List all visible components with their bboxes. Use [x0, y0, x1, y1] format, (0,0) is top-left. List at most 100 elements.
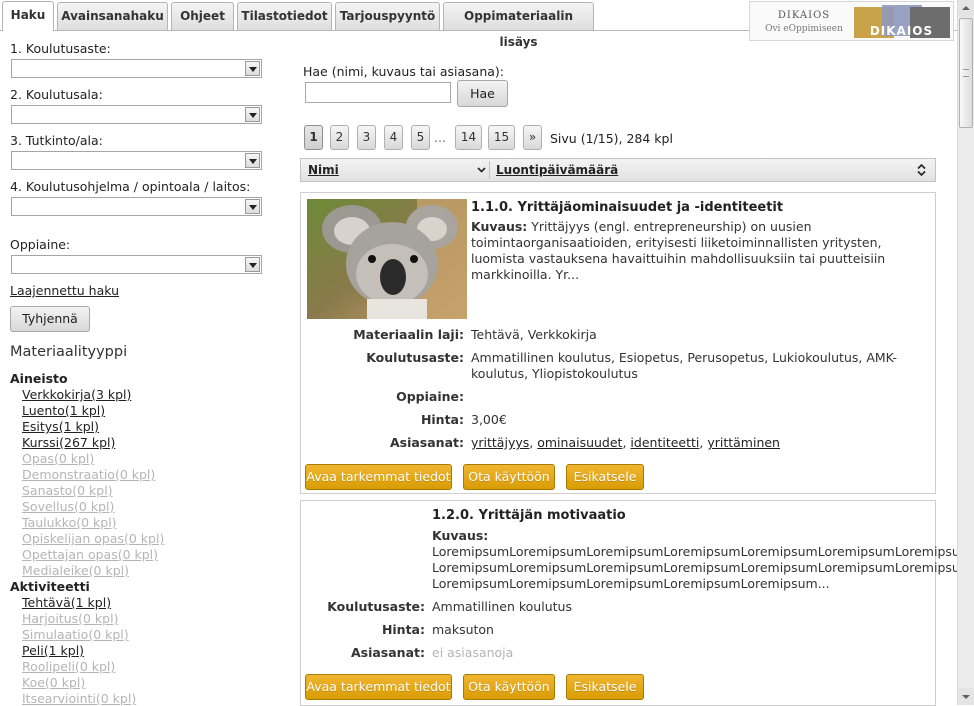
tab-oppimateriaalin-lisays[interactable]: Oppimateriaalin lisäys — [443, 2, 594, 49]
open-details-button[interactable]: Avaa tarkemmat tiedot — [305, 674, 452, 700]
koulutusala-select[interactable] — [11, 105, 262, 124]
sort-by-name[interactable]: Nimi — [308, 159, 486, 181]
keyword-link[interactable]: identiteetti — [630, 435, 699, 450]
sort-date-label: Luontipäivämäärä — [496, 163, 619, 177]
filter-item-opas: Opas(0 kpl) — [22, 451, 95, 466]
dikaios-logo[interactable]: DIKAIOS Ovi eOppimiseen DIKAIOS — [749, 1, 954, 41]
filter-item-peli[interactable]: Peli(1 kpl) — [22, 643, 84, 658]
oppiaine-label: Oppiaine: — [10, 237, 71, 252]
chevron-down-icon[interactable] — [245, 257, 260, 272]
keyword-link[interactable]: yrittäminen — [707, 435, 780, 450]
filter-item-luento[interactable]: Luento(1 kpl) — [22, 403, 105, 418]
chevron-down-icon[interactable] — [245, 153, 260, 168]
sort-by-date[interactable]: Luontipäivämäärä — [496, 159, 926, 181]
oppiaine-select[interactable] — [11, 255, 262, 274]
meta-value-asiasanat: ei asiasanoja — [432, 645, 514, 660]
clear-button[interactable]: Tyhjennä — [10, 306, 90, 332]
filter-item-roolipeli: Roolipeli(0 kpl) — [22, 659, 116, 674]
koala-thumbnail[interactable] — [307, 199, 467, 319]
search-label: Hae (nimi, kuvaus tai asiasana): — [303, 64, 504, 79]
koulutusohjelma-select[interactable] — [11, 197, 262, 216]
filter-item-demonstraatio: Demonstraatio(0 kpl) — [22, 467, 156, 482]
tab-tarjouspyynto[interactable]: Tarjouspyyntö — [335, 2, 440, 30]
scroll-down-icon[interactable] — [958, 688, 974, 705]
meta-key-asiasanat: Asiasanat: — [389, 435, 464, 450]
sort-bar: Nimi Luontipäivämäärä — [300, 158, 936, 182]
meta-key-laji: Materiaalin laji: — [353, 327, 464, 342]
advanced-search-link[interactable]: Laajennettu haku — [10, 283, 119, 298]
take-into-use-button[interactable]: Ota käyttöön — [463, 674, 555, 700]
filter-item-koe: Koe(0 kpl) — [22, 675, 86, 690]
meta-value-koulutusaste: Ammatillinen koulutus — [432, 599, 572, 614]
description-line: LoremipsumLoremipsumLoremipsumLoremipsum… — [432, 576, 830, 591]
keyword-link[interactable]: yrittäjyys — [471, 435, 529, 450]
page-button-2[interactable]: 2 — [330, 125, 349, 150]
koulutusaste-select[interactable] — [11, 59, 262, 78]
page-button-5[interactable]: 5 — [411, 125, 430, 150]
meta-key-asiasanat: Asiasanat: — [350, 645, 425, 660]
filter-item-esitys[interactable]: Esitys(1 kpl) — [22, 419, 99, 434]
result-title[interactable]: 1.1.0. Yrittäjäominaisuudet ja -identite… — [471, 200, 783, 215]
filter-item-harjoitus: Harjoitus(0 kpl) — [22, 611, 119, 626]
filter-item-simulaatio: Simulaatio(0 kpl) — [22, 627, 129, 642]
take-into-use-button[interactable]: Ota käyttöön — [463, 464, 555, 490]
pager-info: Sivu (1/15), 284 kpl — [550, 131, 673, 146]
vertical-scrollbar[interactable] — [957, 0, 974, 705]
keyword-list: yrittäjyys, ominaisuudet, identiteetti, … — [471, 435, 780, 450]
filter-item-medialeike: Medialeike(0 kpl) — [22, 563, 129, 578]
preview-button[interactable]: Esikatsele — [566, 464, 644, 490]
description-label: Kuvaus: — [471, 219, 528, 234]
filter-item-tehtava[interactable]: Tehtävä(1 kpl) — [22, 595, 111, 610]
filter-sidebar: 1. Koulutusaste: 2. Koulutusala: 3. Tutk… — [0, 32, 290, 706]
scroll-up-icon[interactable] — [958, 0, 974, 17]
meta-key-koulutusaste: Koulutusaste: — [366, 350, 464, 365]
keyword-link[interactable]: ominaisuudet — [537, 435, 622, 450]
chevron-down-icon — [477, 167, 486, 173]
open-details-button[interactable]: Avaa tarkemmat tiedot — [305, 464, 452, 490]
description-label: Kuvaus: — [432, 528, 489, 543]
tab-avainsanahaku[interactable]: Avainsanahaku — [57, 2, 168, 30]
chevron-down-icon[interactable] — [245, 107, 260, 122]
page-button-3[interactable]: 3 — [357, 125, 376, 150]
tab-tilastotiedot[interactable]: Tilastotiedot — [237, 2, 332, 30]
result-description: Kuvaus: Yrittäjyys (engl. entrepreneursh… — [471, 219, 931, 283]
page-button-14[interactable]: 14 — [455, 125, 482, 150]
chevron-down-icon[interactable] — [245, 199, 260, 214]
filter-item-verkkokirja[interactable]: Verkkokirja(3 kpl) — [22, 387, 131, 402]
search-input[interactable] — [305, 82, 451, 103]
filter-item-taulukko: Taulukko(0 kpl) — [22, 515, 117, 530]
filter-item-opiskelijan-opas: Opiskelijan opas(0 kpl) — [22, 531, 165, 546]
aineisto-heading: Aineisto — [10, 371, 68, 386]
page-button-1[interactable]: 1 — [304, 125, 323, 150]
description-text: Yrittäjyys (engl. entrepreneurship) on u… — [471, 219, 886, 282]
page-button-15[interactable]: 15 — [488, 125, 515, 150]
tutkinto-select[interactable] — [11, 151, 262, 170]
chevron-down-icon[interactable] — [245, 61, 260, 76]
description-line: LoremipsumLoremipsumLoremipsumLoremipsum… — [432, 560, 972, 575]
aktiviteetti-heading: Aktiviteetti — [10, 579, 90, 594]
page-button-4[interactable]: 4 — [384, 125, 403, 150]
sort-name-label: Nimi — [308, 163, 339, 177]
logo-title: DIKAIOS — [777, 10, 831, 21]
result-title[interactable]: 1.2.0. Yrittäjän motivaatio — [432, 508, 626, 523]
logo-wordmark: DIKAIOS — [869, 24, 934, 38]
koulutusaste-label: 1. Koulutusaste: — [10, 41, 111, 56]
result-card: 1.2.0. Yrittäjän motivaatio Kuvaus: Lore… — [300, 500, 972, 706]
tab-haku[interactable]: Haku — [2, 1, 54, 31]
sort-updown-icon — [917, 164, 926, 176]
meta-key-hinta: Hinta: — [420, 412, 464, 427]
preview-button[interactable]: Esikatsele — [566, 674, 644, 700]
filter-item-kurssi[interactable]: Kurssi(267 kpl) — [22, 435, 115, 450]
description-line: LoremipsumLoremipsumLoremipsumLoremipsum… — [432, 544, 972, 559]
next-page-button[interactable]: » — [523, 125, 542, 150]
filter-item-itsearviointi: Itsearviointi(0 kpl) — [22, 691, 137, 706]
search-button[interactable]: Hae — [457, 80, 508, 107]
tab-ohjeet[interactable]: Ohjeet — [171, 2, 234, 30]
filter-item-sanasto: Sanasto(0 kpl) — [22, 483, 113, 498]
meta-value-koulutusaste: Ammatillinen koulutus, Esiopetus, Peruso… — [471, 350, 898, 381]
scrollbar-thumb[interactable] — [959, 18, 973, 128]
meta-key-koulutusaste: Koulutusaste: — [327, 599, 425, 614]
logo-subtitle: Ovi eOppimiseen — [765, 24, 843, 34]
meta-value-hinta: 3,00€ — [471, 412, 507, 427]
materialtype-heading: Materiaalityyppi — [10, 344, 128, 360]
